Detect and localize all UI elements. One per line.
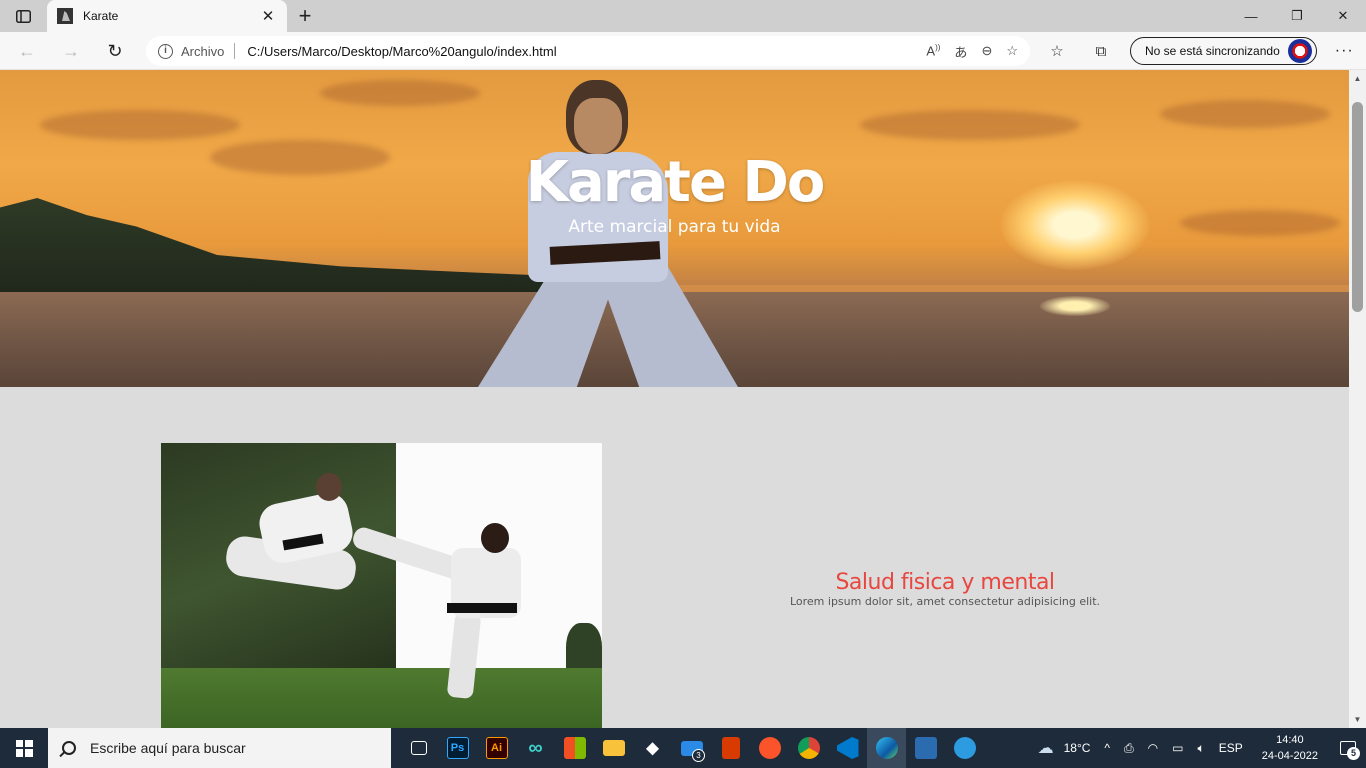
page-viewport: Karate Do Arte marcial para tu vida Salu… [0,70,1349,728]
zoom-out-icon[interactable]: ⊖ [981,43,992,59]
infinity-app-icon[interactable]: ∞ [516,728,555,768]
brave-browser-icon[interactable] [750,728,789,768]
notification-center-icon[interactable]: 5 [1330,728,1366,768]
feature-title: Salud fisica y mental [835,570,1055,595]
sync-label: No se está sincronizando [1145,44,1280,58]
karate-favicon-icon [57,8,73,24]
photos-icon[interactable] [906,728,945,768]
sync-profile-button[interactable]: No se está sincronizando [1130,37,1317,65]
karate-kick-photo [161,443,602,728]
office-icon[interactable] [711,728,750,768]
illustrator-icon[interactable]: Ai [477,728,516,768]
search-icon [62,741,76,755]
mail-icon[interactable]: 3 [672,728,711,768]
scroll-down-icon[interactable]: ▼ [1349,711,1366,728]
taskbar-search[interactable]: Escribe aquí para buscar [48,728,391,768]
url-text[interactable]: C:/Users/Marco/Desktop/Marco%20angulo/in… [247,44,926,59]
page-scrollbar[interactable]: ▲ ▼ [1349,70,1366,728]
update-warning-icon[interactable] [945,728,984,768]
feature-text: Lorem ipsum dolor sit, amet consectetur … [789,595,1101,608]
read-aloud-icon[interactable]: A)) [926,43,940,58]
volume-icon[interactable]: 🔈︎ [1198,741,1205,756]
window-controls: — ❐ ✕ [1228,0,1366,32]
avatar [1287,39,1312,63]
weather-temp: 18°C [1063,741,1091,755]
windows-taskbar: Escribe aquí para buscar Ps Ai ∞ ◆ 3 ☁ 1… [0,728,1366,768]
chrome-icon[interactable] [789,728,828,768]
favorites-icon[interactable]: ☆ [1042,36,1072,66]
weather-widget[interactable]: ☁ 18°C [1038,738,1091,758]
hero-subtitle: Arte marcial para tu vida [568,217,781,237]
info-icon[interactable]: i [158,43,173,59]
forward-arrow-icon[interactable]: → [56,36,86,66]
refresh-icon[interactable]: ↻ [100,36,130,66]
sun-reflection [1040,296,1110,316]
feature-block: Salud fisica y mental Lorem ipsum dolor … [740,570,1150,608]
translate-icon[interactable]: あ [954,42,967,61]
browser-tab[interactable]: Karate ✕ [47,0,287,32]
tab-title: Karate [83,9,119,23]
language-indicator[interactable]: ESP [1219,741,1243,755]
browser-toolbar: ← → ↻ i Archivo C:/Users/Marco/Desktop/M… [0,32,1366,70]
mail-badge: 3 [692,749,705,762]
cloud-icon: ☁ [1037,740,1054,757]
hero-banner: Karate Do Arte marcial para tu vida [0,70,1349,387]
edge-icon[interactable] [867,728,906,768]
address-bar[interactable]: i Archivo C:/Users/Marco/Desktop/Marco%2… [146,36,1030,66]
photoshop-icon[interactable]: Ps [438,728,477,768]
new-tab-button[interactable]: + [292,3,318,29]
system-tray: ☁ 18°C ^ ⎙ ◠ ▭ 🔈︎ ESP 14:40 24-04-2022 5 [1031,728,1366,768]
start-button[interactable] [0,728,48,768]
minimize-icon[interactable]: — [1228,0,1274,32]
hero-title: Karate Do [525,150,826,215]
windows-logo-icon [15,739,33,757]
clock-date: 24-04-2022 [1261,750,1318,762]
tab-actions-icon[interactable] [10,6,36,26]
clock-time: 14:40 [1276,734,1304,746]
file-explorer-icon[interactable] [594,728,633,768]
wifi-icon[interactable]: ◠ [1148,741,1158,755]
close-tab-icon[interactable]: ✕ [259,7,277,25]
meet-now-icon[interactable]: ⎙ [1124,741,1134,756]
vscode-icon[interactable] [828,728,867,768]
notification-count: 5 [1347,747,1360,760]
clock[interactable]: 14:40 24-04-2022 [1262,732,1318,764]
battery-icon[interactable]: ▭ [1172,741,1183,755]
search-placeholder: Escribe aquí para buscar [90,740,246,756]
collections-icon[interactable]: ⧉ [1086,36,1116,66]
tab-strip: Karate ✕ + — ❐ ✕ [0,0,1366,32]
address-file-label: Archivo [181,43,225,59]
close-window-icon[interactable]: ✕ [1320,0,1366,32]
more-options-icon[interactable]: ··· [1335,42,1354,60]
scroll-up-icon[interactable]: ▲ [1349,70,1366,87]
scrollbar-thumb[interactable] [1352,102,1363,312]
dropbox-icon[interactable]: ◆ [633,728,672,768]
task-view-icon[interactable] [399,728,438,768]
restore-icon[interactable]: ❐ [1274,0,1320,32]
address-separator [234,43,236,59]
show-hidden-icons-icon[interactable]: ^ [1104,741,1110,755]
add-favorite-icon[interactable]: ☆ [1006,43,1018,59]
back-arrow-icon[interactable]: ← [12,36,42,66]
microsoft-store-icon[interactable] [555,728,594,768]
